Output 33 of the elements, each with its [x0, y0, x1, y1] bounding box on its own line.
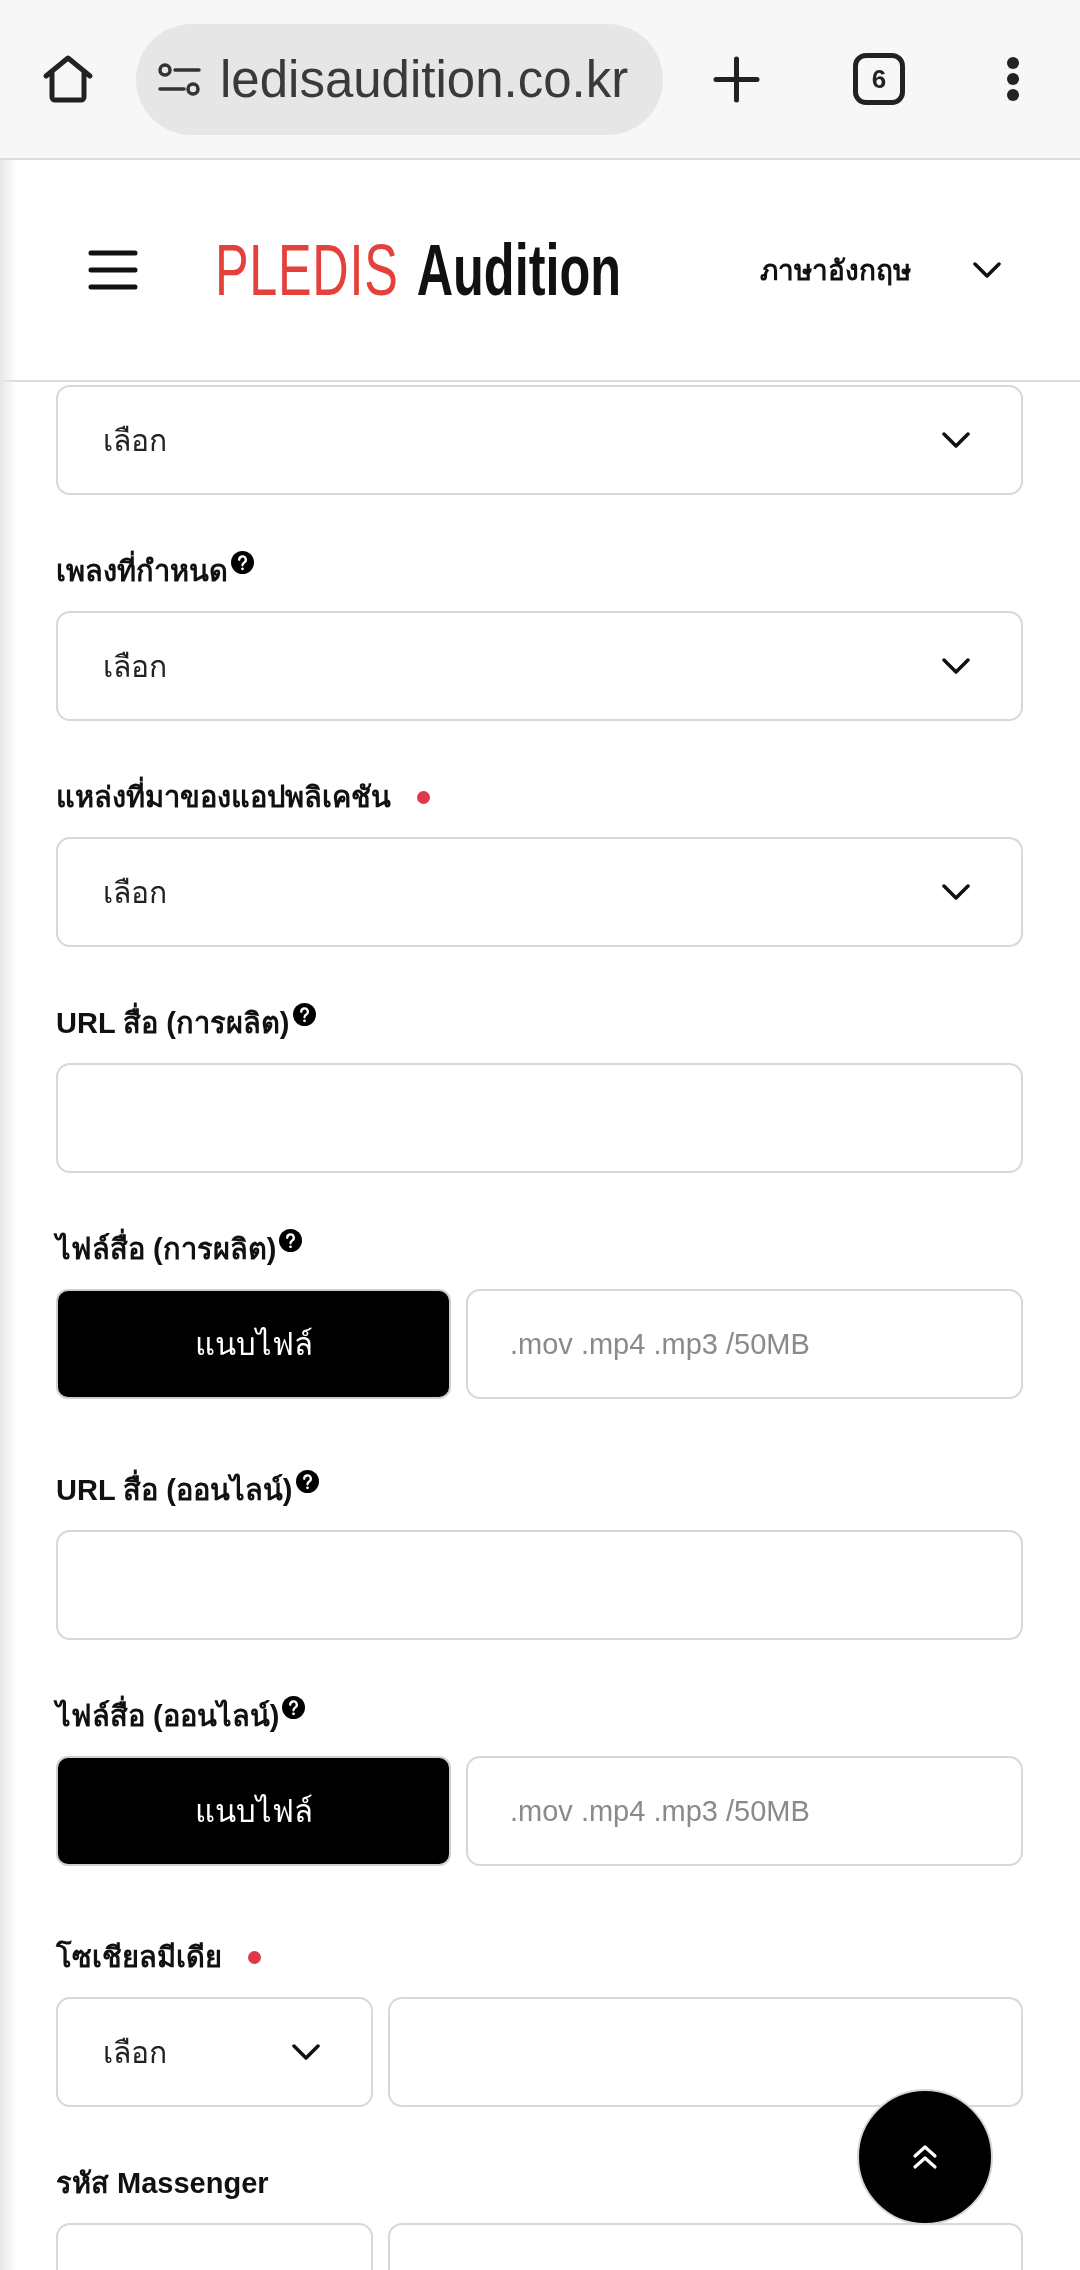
field-label: โซเชียลมีเดีย	[56, 1939, 222, 1975]
menu-icon[interactable]	[88, 250, 138, 290]
more-menu-icon[interactable]	[1006, 56, 1020, 102]
double-chevron-up-icon	[912, 2144, 938, 2170]
help-icon[interactable]	[295, 1470, 319, 1493]
text-field[interactable]	[56, 1530, 1023, 1640]
select-field[interactable]: เลือก	[56, 1997, 373, 2107]
site-settings-icon[interactable]	[158, 61, 201, 97]
chevron-down-icon[interactable]	[973, 262, 1001, 278]
attach-file-button[interactable]: แนบไฟล์	[56, 1289, 451, 1399]
file-name-field[interactable]: .mov .mp4 .mp3 /50MB	[466, 1289, 1023, 1399]
new-tab-plus-icon[interactable]	[713, 55, 760, 103]
text-field[interactable]	[56, 1063, 1023, 1173]
chevron-down-icon	[942, 658, 970, 674]
chevron-down-icon	[942, 884, 970, 900]
select-field[interactable]: เลือก	[56, 611, 1023, 721]
language-selector[interactable]: ภาษาอังกฤษ	[760, 248, 911, 292]
help-icon[interactable]	[292, 1003, 316, 1026]
chevron-down-icon	[292, 2044, 320, 2060]
help-icon[interactable]	[279, 1229, 303, 1252]
text-field[interactable]	[388, 1997, 1023, 2107]
home-icon[interactable]	[42, 54, 94, 104]
help-icon[interactable]	[231, 551, 254, 574]
attach-file-button[interactable]: แนบไฟล์	[56, 1756, 451, 1866]
select-field[interactable]: เลือก	[56, 385, 1023, 495]
tab-switcher-button[interactable]: 6	[853, 53, 905, 105]
field-label: รหัส Massenger	[56, 2166, 269, 2201]
help-icon[interactable]	[282, 1696, 306, 1719]
file-name-field[interactable]: .mov .mp4 .mp3 /50MB	[466, 1756, 1023, 1866]
site-logo[interactable]: PLEDIS Audition	[215, 230, 621, 310]
select-field[interactable]: เลือก	[56, 837, 1023, 947]
chevron-down-icon	[942, 432, 970, 448]
address-bar[interactable]: ledisaudition.co.kr	[136, 23, 663, 135]
